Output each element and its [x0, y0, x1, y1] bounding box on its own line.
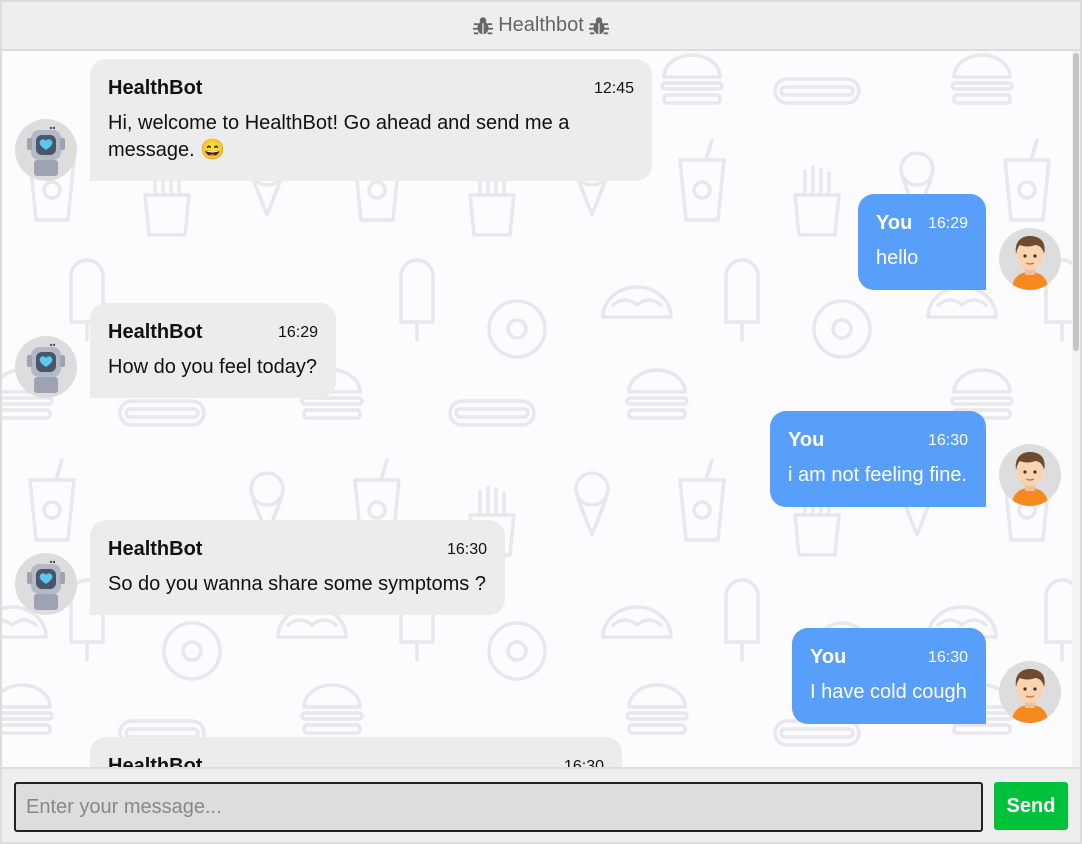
message-time: 16:30: [446, 540, 487, 558]
bot-avatar-icon: [15, 336, 77, 398]
user-message: You 16:30 i am not feeling fine.: [770, 411, 986, 507]
message-sender: HealthBot: [108, 538, 203, 560]
message-text: I have cold cough: [810, 681, 967, 703]
message-sender: You: [810, 646, 847, 668]
message-time: 16:29: [277, 323, 318, 341]
bug-icon: [588, 16, 609, 34]
message-text: i am not feeling fine.: [788, 464, 967, 486]
message-text: hello: [876, 247, 919, 269]
message-sender: HealthBot: [108, 77, 203, 99]
message-sender: HealthBot: [108, 755, 203, 767]
message-time: 12:45: [593, 79, 634, 97]
user-avatar-icon: [999, 444, 1061, 506]
chat-header: Healthbot: [2, 2, 1080, 51]
chat-window: Healthbot HealthBot 12:45 Hi, welcome to…: [0, 0, 1082, 844]
bot-message: HealthBot 16:30: [90, 737, 622, 767]
scrollbar-thumb[interactable]: [1073, 53, 1079, 351]
bot-message: HealthBot 12:45 Hi, welcome to HealthBot…: [90, 59, 652, 181]
message-list[interactable]: HealthBot 12:45 Hi, welcome to HealthBot…: [2, 51, 1080, 767]
message-time: 16:29: [927, 214, 968, 232]
user-message: You 16:29 hello: [858, 194, 986, 290]
message-sender: HealthBot: [108, 321, 203, 343]
message-text: Hi, welcome to HealthBot! Go ahead and s…: [108, 112, 570, 161]
message-text: How do you feel today?: [108, 356, 318, 378]
user-avatar-icon: [999, 228, 1061, 290]
message-time: 16:30: [563, 757, 604, 768]
send-button[interactable]: Send: [994, 782, 1068, 830]
message-composer: Send: [2, 767, 1080, 842]
message-input[interactable]: [14, 782, 983, 832]
bot-message: HealthBot 16:30 So do you wanna share so…: [90, 520, 505, 615]
message-time: 16:30: [927, 648, 968, 666]
message-sender: You: [876, 212, 913, 234]
message-text: So do you wanna share some symptoms ?: [108, 573, 486, 595]
user-avatar-icon: [999, 661, 1061, 723]
bot-avatar-icon: [15, 553, 77, 615]
message-time: 16:30: [927, 431, 968, 449]
user-message: You 16:30 I have cold cough: [792, 628, 986, 724]
header-title: Healthbot: [498, 14, 584, 36]
message-sender: You: [788, 429, 825, 451]
bug-icon: [473, 16, 494, 34]
chat-scrollbar[interactable]: [1072, 51, 1080, 767]
bot-avatar-icon: [15, 119, 77, 181]
bot-message: HealthBot 16:29 How do you feel today?: [90, 303, 336, 398]
